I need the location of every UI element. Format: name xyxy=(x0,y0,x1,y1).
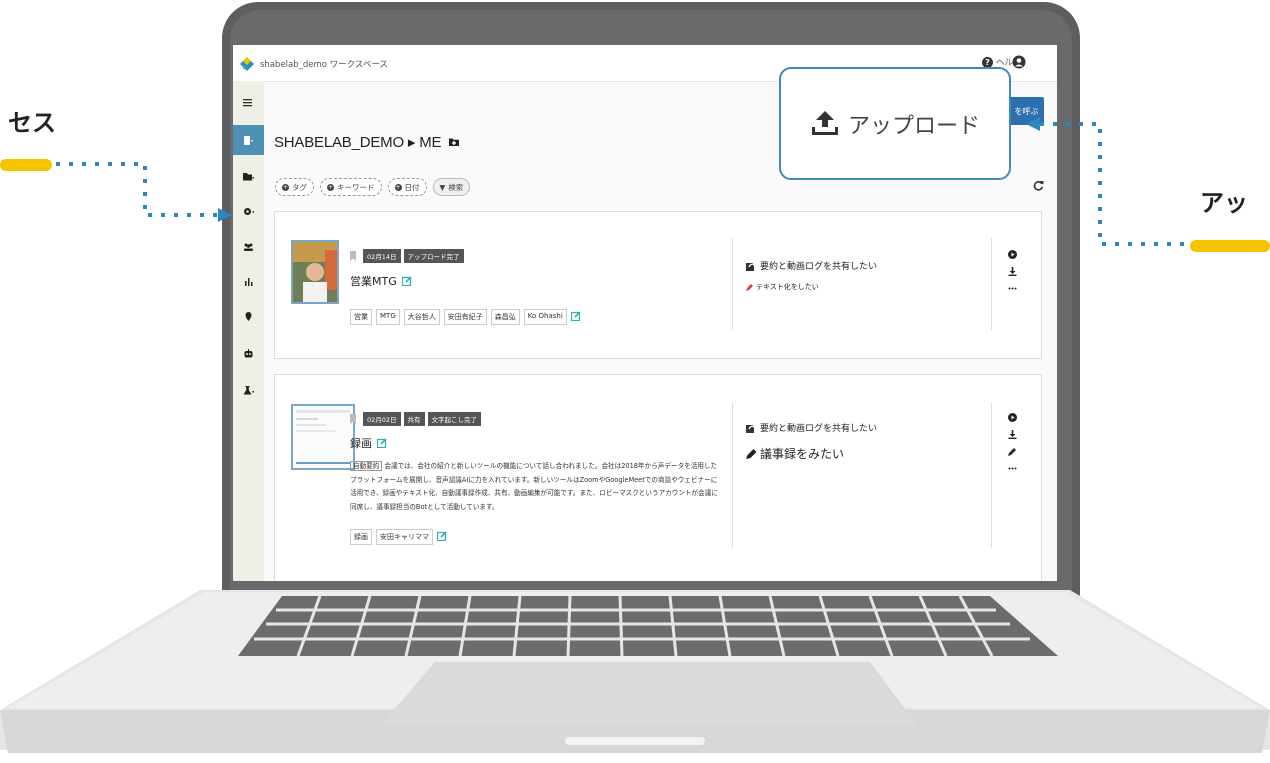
upload-icon xyxy=(811,110,838,135)
upload-label: アップロード xyxy=(847,113,980,139)
annotation-connectors xyxy=(56,117,1190,246)
upload-callout[interactable]: アップロード xyxy=(779,67,1011,180)
